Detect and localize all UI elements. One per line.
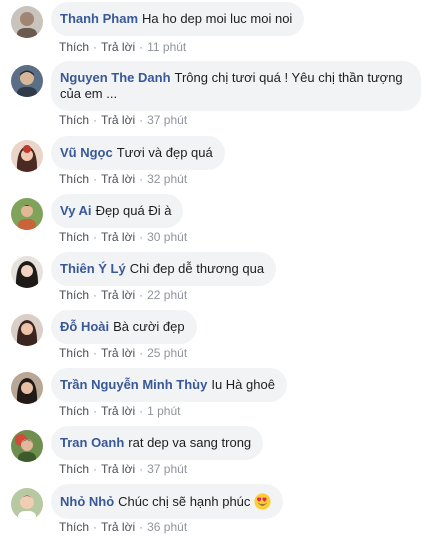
comment-actions: Thích · Trả lời · 32 phút <box>59 172 187 186</box>
comment-bubble: Trần Nguyễn Minh Thùy Iu Hà ghoê <box>51 368 287 402</box>
separator: · <box>93 404 98 418</box>
comment-actions: Thích · Trả lời · 37 phút <box>59 113 187 127</box>
comment-bubble: Đỗ Hoài Bà cười đẹp <box>51 310 197 344</box>
reply-link[interactable]: Trả lời <box>101 404 135 418</box>
separator: · <box>139 346 144 360</box>
comment-author[interactable]: Vy Ai <box>60 203 92 218</box>
separator: · <box>139 172 144 186</box>
avatar[interactable] <box>11 314 43 346</box>
comment-time[interactable]: 37 phút <box>147 462 187 476</box>
comment-actions: Thích · Trả lời · 25 phút <box>59 346 187 360</box>
separator: · <box>139 40 144 54</box>
comment-author[interactable]: Thiên Ý Lý <box>60 261 126 276</box>
comment-actions: Thích · Trả lời · 30 phút <box>59 230 187 244</box>
avatar[interactable] <box>11 372 43 404</box>
comment-text: Bà cười đẹp <box>113 319 185 334</box>
reply-link[interactable]: Trả lời <box>101 113 135 127</box>
comment-time[interactable]: 22 phút <box>147 288 187 302</box>
comment-author[interactable]: Thanh Pham <box>60 11 138 26</box>
comment-author[interactable]: Nhỏ Nhỏ <box>60 494 114 509</box>
like-link[interactable]: Thích <box>59 40 89 54</box>
separator: · <box>139 113 144 127</box>
like-link[interactable]: Thích <box>59 520 89 534</box>
avatar[interactable] <box>11 65 43 97</box>
comment-bubble: Thiên Ý Lý Chi đep dễ thương qua <box>51 252 277 286</box>
separator: · <box>93 172 98 186</box>
separator: · <box>93 40 98 54</box>
comment-author[interactable]: Trần Nguyễn Minh Thùy <box>60 377 207 392</box>
comment-actions: Thích · Trả lời · 11 phút <box>59 40 186 54</box>
comment-bubble: Vũ Ngọc Tươi và đẹp quá <box>51 136 225 170</box>
reply-link[interactable]: Trả lời <box>101 346 135 360</box>
comment-author[interactable]: Tran Oanh <box>60 435 124 450</box>
avatar[interactable] <box>11 140 43 172</box>
separator: · <box>139 462 144 476</box>
separator: · <box>139 288 144 302</box>
like-link[interactable]: Thích <box>59 346 89 360</box>
reply-link[interactable]: Trả lời <box>101 520 135 534</box>
comment-text: Ha ho dep moi luc moi noi <box>142 11 293 26</box>
comment-author[interactable]: Vũ Ngọc <box>60 145 113 160</box>
comment-text: Chi đep dễ thương qua <box>129 261 265 276</box>
separator: · <box>93 288 98 302</box>
reply-link[interactable]: Trả lời <box>101 462 135 476</box>
reply-link[interactable]: Trả lời <box>101 40 135 54</box>
comment-author[interactable]: Nguyen The Danh <box>60 70 171 85</box>
like-link[interactable]: Thích <box>59 404 89 418</box>
comment-bubble: Thanh Pham Ha ho dep moi luc moi noi <box>51 2 305 36</box>
smiling-face-with-heart-eyes-icon <box>254 493 271 510</box>
separator: · <box>93 346 98 360</box>
separator: · <box>139 404 144 418</box>
comment-actions: Thích · Trả lời · 36 phút <box>59 520 187 534</box>
comment-bubble: Vy Ai Đẹp quá Đi à <box>51 194 184 228</box>
reply-link[interactable]: Trả lời <box>101 172 135 186</box>
avatar[interactable] <box>11 430 43 462</box>
comment-time[interactable]: 32 phút <box>147 172 187 186</box>
comment-time[interactable]: 37 phút <box>147 113 187 127</box>
like-link[interactable]: Thích <box>59 172 89 186</box>
comment-time[interactable]: 36 phút <box>147 520 187 534</box>
comment-time[interactable]: 11 phút <box>147 40 186 54</box>
like-link[interactable]: Thích <box>59 288 89 302</box>
comment-time[interactable]: 25 phút <box>147 346 187 360</box>
separator: · <box>93 113 98 127</box>
comment-time[interactable]: 1 phút <box>147 404 180 418</box>
comment-text: Tươi và đẹp quá <box>116 145 213 160</box>
comment-bubble: Nguyen The Danh Trông chị tươi quá ! Yêu … <box>51 61 421 111</box>
separator: · <box>93 520 98 534</box>
comment-text: Iu Hà ghoê <box>211 377 275 392</box>
avatar[interactable] <box>11 256 43 288</box>
comment-text: Chúc chị sẽ hạnh phúc <box>118 494 251 509</box>
comment-bubble: Nhỏ Nhỏ Chúc chị sẽ hạnh phúc <box>51 484 284 519</box>
separator: · <box>139 230 144 244</box>
comment-time[interactable]: 30 phút <box>147 230 187 244</box>
comment-actions: Thích · Trả lời · 22 phút <box>59 288 187 302</box>
like-link[interactable]: Thích <box>59 462 89 476</box>
comment-actions: Thích · Trả lời · 37 phút <box>59 462 187 476</box>
comment-text: Đẹp quá Đi à <box>95 203 172 218</box>
reply-link[interactable]: Trả lời <box>101 230 135 244</box>
avatar[interactable] <box>11 488 43 520</box>
separator: · <box>93 462 98 476</box>
like-link[interactable]: Thích <box>59 230 89 244</box>
separator: · <box>93 230 98 244</box>
avatar[interactable] <box>11 198 43 230</box>
avatar[interactable] <box>11 6 43 38</box>
separator: · <box>139 520 144 534</box>
like-link[interactable]: Thích <box>59 113 89 127</box>
reply-link[interactable]: Trả lời <box>101 288 135 302</box>
comment-actions: Thích · Trả lời · 1 phút <box>59 404 180 418</box>
comment-bubble: Tran Oanh rat dep va sang trong <box>51 426 264 460</box>
comment-author[interactable]: Đỗ Hoài <box>60 319 109 334</box>
comment-text: rat dep va sang trong <box>128 435 252 450</box>
